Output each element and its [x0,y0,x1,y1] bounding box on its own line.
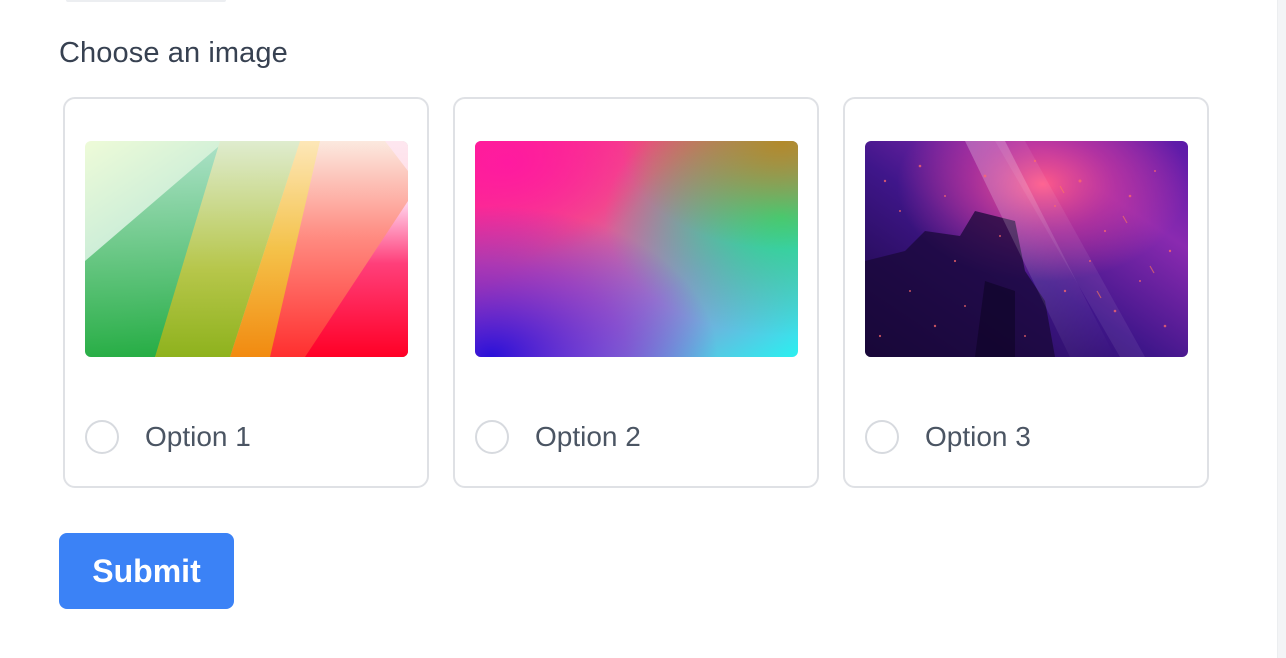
option-card-1[interactable]: Option 1 [63,97,429,488]
option-1-radio-row[interactable]: Option 1 [85,420,251,454]
option-3-radio[interactable] [865,420,899,454]
option-3-image[interactable] [865,141,1188,357]
option-card-2[interactable]: Option 2 [453,97,819,488]
option-1-radio[interactable] [85,420,119,454]
submit-button[interactable]: Submit [59,533,234,609]
option-1-image[interactable] [85,141,408,357]
option-1-label[interactable]: Option 1 [145,421,251,453]
option-2-image[interactable] [475,141,798,357]
question-label: Choose an image [59,37,288,69]
option-3-radio-row[interactable]: Option 3 [865,420,1031,454]
image-options: Option 1 Option 2 Option 3 [63,97,1209,488]
option-2-radio[interactable] [475,420,509,454]
page: Choose an image Option 1 Option 2 Option… [0,0,1286,658]
previous-element-edge [66,0,226,2]
option-card-3[interactable]: Option 3 [843,97,1209,488]
option-2-label[interactable]: Option 2 [535,421,641,453]
option-3-label[interactable]: Option 3 [925,421,1031,453]
option-2-radio-row[interactable]: Option 2 [475,420,641,454]
scrollbar-track[interactable] [1277,0,1286,658]
